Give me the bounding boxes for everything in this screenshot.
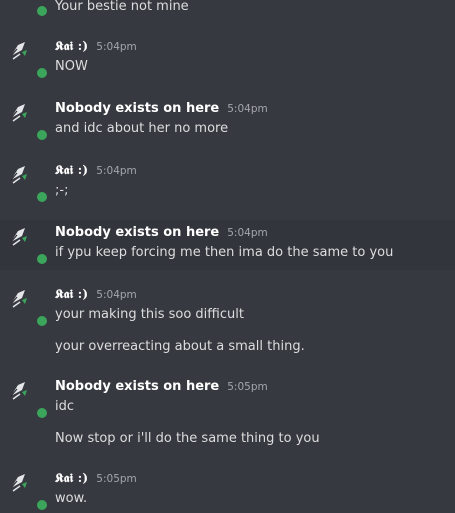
author-name[interactable]: Nobody exists on here xyxy=(55,225,219,240)
message-text: wow. xyxy=(55,491,88,506)
author-name[interactable]: Nobody exists on here xyxy=(55,101,219,116)
timestamp[interactable]: 5:04pm xyxy=(96,289,136,301)
online-status-dot xyxy=(37,500,47,510)
user-avatar-icon[interactable] xyxy=(8,40,30,62)
user-avatar-icon[interactable] xyxy=(8,288,30,310)
online-status-dot xyxy=(37,408,47,418)
message-text: idc xyxy=(55,399,75,414)
online-status-dot xyxy=(37,6,47,16)
chat-message-list: Your bestie not mine 𝕶𝖆𝖎 :) 5:04pm NOW N… xyxy=(0,0,455,513)
message-group[interactable]: Nobody exists on here 5:04pm and idc abo… xyxy=(0,96,455,144)
user-avatar-icon[interactable] xyxy=(8,472,30,494)
user-avatar-icon[interactable] xyxy=(8,380,30,402)
author-name[interactable]: 𝕶𝖆𝖎 :) xyxy=(55,39,88,54)
message-header: Nobody exists on here 5:04pm xyxy=(55,101,268,116)
message-text: NOW xyxy=(55,59,88,74)
message-text: if ypu keep forcing me then ima do the s… xyxy=(55,245,394,260)
user-avatar-icon[interactable] xyxy=(8,164,30,186)
message-header: 𝕶𝖆𝖎 :) 5:04pm xyxy=(55,39,137,54)
timestamp[interactable]: 5:04pm xyxy=(96,41,136,53)
author-name[interactable]: 𝕶𝖆𝖎 :) xyxy=(55,471,88,486)
online-status-dot xyxy=(37,192,47,202)
message-group[interactable]: 𝕶𝖆𝖎 :) 5:04pm your making this soo diffi… xyxy=(0,282,455,362)
online-status-dot xyxy=(37,254,47,264)
followup-message-text: Now stop or i'll do the same thing to yo… xyxy=(55,431,320,446)
message-header: Nobody exists on here 5:04pm xyxy=(55,225,268,240)
timestamp[interactable]: 5:05pm xyxy=(227,381,267,393)
user-avatar-icon[interactable] xyxy=(8,226,30,248)
online-status-dot xyxy=(37,130,47,140)
online-status-dot xyxy=(37,68,47,78)
author-name[interactable]: 𝕶𝖆𝖎 :) xyxy=(55,163,88,178)
message-header: 𝕶𝖆𝖎 :) 5:05pm xyxy=(55,471,137,486)
author-name[interactable]: 𝕶𝖆𝖎 :) xyxy=(55,287,88,302)
message-group[interactable]: 𝕶𝖆𝖎 :) 5:05pm wow. xyxy=(0,466,455,513)
timestamp[interactable]: 5:04pm xyxy=(227,103,267,115)
user-avatar-icon[interactable] xyxy=(8,102,30,124)
timestamp[interactable]: 5:04pm xyxy=(227,227,267,239)
message-header: 𝕶𝖆𝖎 :) 5:04pm xyxy=(55,163,137,178)
message-group[interactable]: Nobody exists on here 5:05pm idc Now sto… xyxy=(0,374,455,454)
message-text: Your bestie not mine xyxy=(55,0,189,14)
message-group[interactable]: Nobody exists on here 5:04pm if ypu keep… xyxy=(0,220,455,270)
timestamp[interactable]: 5:05pm xyxy=(96,473,136,485)
message-group[interactable]: 𝕶𝖆𝖎 :) 5:04pm ;-; xyxy=(0,158,455,206)
message-text: ;-; xyxy=(55,183,69,198)
online-status-dot xyxy=(37,316,47,326)
message-text: your making this soo difficult xyxy=(55,307,244,322)
message-group[interactable]: 𝕶𝖆𝖎 :) 5:04pm NOW xyxy=(0,34,455,82)
message-header: Nobody exists on here 5:05pm xyxy=(55,379,268,394)
message-group[interactable]: Your bestie not mine xyxy=(0,0,455,20)
timestamp[interactable]: 5:04pm xyxy=(96,165,136,177)
message-text: and idc about her no more xyxy=(55,121,229,136)
followup-message-text: your overreacting about a small thing. xyxy=(55,339,305,354)
author-name[interactable]: Nobody exists on here xyxy=(55,379,219,394)
message-header: 𝕶𝖆𝖎 :) 5:04pm xyxy=(55,287,137,302)
